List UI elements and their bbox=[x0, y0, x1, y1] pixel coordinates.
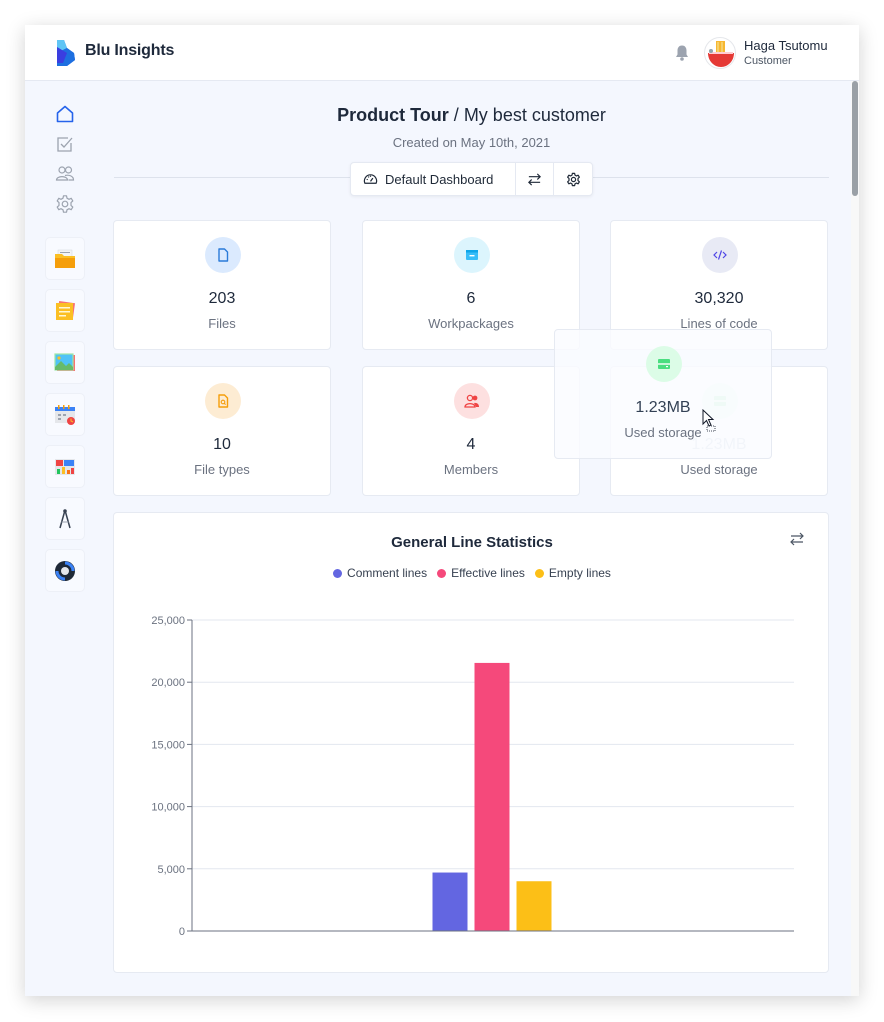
gauge-icon bbox=[363, 173, 378, 184]
legend-label: Effective lines bbox=[451, 566, 525, 580]
archive-icon bbox=[466, 250, 478, 260]
bell-icon[interactable] bbox=[674, 44, 690, 62]
files-icon-circle bbox=[205, 237, 241, 273]
page-title: Product Tour / My best customer bbox=[114, 105, 829, 126]
switch-dashboard-button[interactable] bbox=[516, 163, 554, 195]
dashboard-select-button[interactable]: Default Dashboard bbox=[351, 163, 516, 195]
stat-card-members[interactable]: 4 Members bbox=[362, 366, 580, 496]
y-tick-label: 10,000 bbox=[151, 802, 185, 814]
chart-legend: Comment lines Effective lines Empty line… bbox=[114, 566, 830, 580]
compass-app-icon bbox=[59, 508, 71, 528]
scrollbar-track[interactable] bbox=[851, 81, 859, 996]
checkbox-icon[interactable] bbox=[55, 134, 75, 154]
image-app-icon bbox=[54, 352, 75, 371]
gear-icon bbox=[566, 172, 580, 186]
folder-app-icon bbox=[55, 249, 75, 268]
code-icon bbox=[713, 250, 727, 260]
stat-card-workpackages[interactable]: 6 Workpackages bbox=[362, 220, 580, 350]
legend-item-comment-lines[interactable]: Comment lines bbox=[333, 566, 427, 580]
line-statistics-card: 0 5,000 10,000 15,000 20,000 25,000 General L… bbox=[113, 512, 829, 973]
project-name[interactable]: Product Tour bbox=[337, 105, 449, 125]
chart-app-icon bbox=[55, 458, 75, 475]
app-tile-notes[interactable] bbox=[45, 289, 85, 332]
bar-comment-lines bbox=[432, 872, 468, 931]
ghost-value: 1.23MB bbox=[635, 399, 691, 416]
app-tile-calendar[interactable] bbox=[45, 393, 85, 436]
swap-chart-icon[interactable] bbox=[789, 531, 805, 547]
storage-icon bbox=[658, 359, 670, 369]
users-icon bbox=[464, 394, 479, 408]
file-icon bbox=[218, 248, 229, 262]
stat-label: File types bbox=[194, 462, 250, 477]
legend-dot bbox=[333, 568, 343, 578]
notes-app-icon bbox=[56, 300, 76, 320]
storage-icon-circle bbox=[646, 346, 682, 382]
swap-icon bbox=[528, 172, 541, 186]
app-tile-dashboard[interactable] bbox=[45, 445, 85, 488]
dragged-card-ghost[interactable]: 1.23MB Used storage bbox=[554, 329, 772, 459]
stat-value: 10 bbox=[213, 436, 231, 453]
line-statistics-chart: 0 5,000 10,000 15,000 20,000 25,000 bbox=[151, 615, 794, 938]
mouse-cursor-icon bbox=[702, 409, 716, 432]
app-tile-codebase[interactable] bbox=[45, 237, 85, 280]
stat-card-files[interactable]: 203 Files bbox=[113, 220, 331, 350]
y-tick-label: 0 bbox=[179, 926, 185, 938]
legend-dot bbox=[437, 568, 447, 578]
title-separator: / bbox=[448, 105, 464, 125]
dashboard-toolbar: Default Dashboard bbox=[350, 162, 593, 196]
home-icon[interactable] bbox=[55, 104, 75, 124]
stat-value: 30,320 bbox=[694, 290, 744, 307]
stat-label: Workpackages bbox=[428, 316, 514, 331]
dashboard-select-label: Default Dashboard bbox=[385, 171, 494, 187]
legend-dot bbox=[534, 568, 544, 578]
stat-label: Files bbox=[208, 316, 236, 331]
stat-card-file-types[interactable]: 10 File types bbox=[113, 366, 331, 496]
dashboard-settings-button[interactable] bbox=[554, 163, 592, 195]
gear-icon[interactable] bbox=[55, 194, 75, 214]
stat-value: 6 bbox=[466, 290, 476, 307]
ramen-avatar-icon bbox=[708, 41, 734, 67]
code-icon-circle bbox=[702, 237, 738, 273]
user-name[interactable]: Haga Tsutomu bbox=[744, 38, 828, 53]
customer-name: My best customer bbox=[463, 105, 606, 125]
legend-item-effective-lines[interactable]: Effective lines bbox=[437, 566, 525, 580]
y-tick-label: 5,000 bbox=[157, 864, 185, 876]
avatar[interactable] bbox=[704, 37, 736, 69]
stat-value: 203 bbox=[208, 290, 236, 307]
legend-item-empty-lines[interactable]: Empty lines bbox=[534, 566, 611, 580]
calendar-app-icon bbox=[55, 404, 75, 425]
user-role: Customer bbox=[744, 55, 792, 67]
file-types-icon-circle bbox=[205, 383, 241, 419]
app-tile-transformation[interactable] bbox=[45, 549, 85, 592]
cycle-app-icon bbox=[55, 560, 75, 581]
brand-name[interactable]: Blu Insights bbox=[85, 42, 174, 60]
top-bar: Blu Insights Haga Tsutomu Customer bbox=[25, 25, 859, 81]
bar-effective-lines bbox=[474, 662, 510, 931]
stat-label: Members bbox=[443, 462, 499, 477]
ghost-label: Used storage bbox=[624, 425, 702, 440]
app-window: Blu Insights Haga Tsutomu Customer Produ… bbox=[25, 25, 859, 996]
created-date: Created on May 10th, 2021 bbox=[392, 135, 551, 150]
y-tick-label: 15,000 bbox=[151, 739, 185, 751]
y-tick-label: 25,000 bbox=[151, 615, 185, 627]
app-tile-compass[interactable] bbox=[45, 497, 85, 540]
legend-label: Empty lines bbox=[548, 566, 611, 580]
workpackages-icon-circle bbox=[454, 237, 490, 273]
file-search-icon bbox=[218, 394, 229, 408]
scrollbar-thumb[interactable] bbox=[852, 81, 858, 196]
stat-value: 4 bbox=[466, 436, 476, 453]
bar-empty-lines bbox=[516, 881, 552, 931]
app-tile-gallery[interactable] bbox=[45, 341, 85, 384]
legend-label: Comment lines bbox=[347, 566, 428, 580]
users-icon[interactable] bbox=[55, 164, 75, 184]
y-tick-label: 20,000 bbox=[151, 677, 185, 689]
stat-label: Used storage bbox=[680, 462, 758, 477]
chart-title: General Line Statistics bbox=[391, 534, 553, 551]
members-icon-circle bbox=[454, 383, 490, 419]
blu-logo-icon[interactable] bbox=[55, 39, 77, 67]
